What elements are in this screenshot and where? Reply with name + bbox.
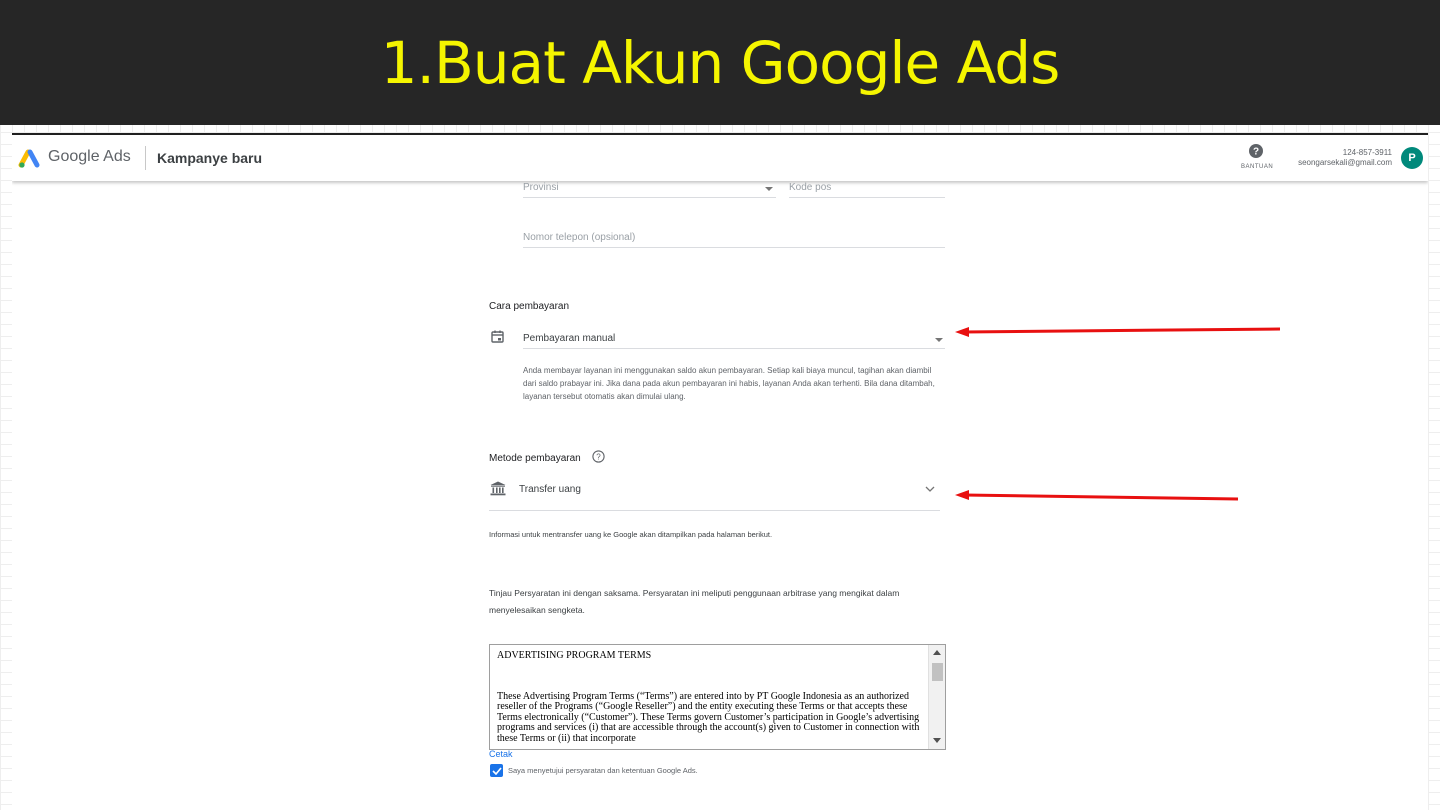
calendar-icon xyxy=(491,330,504,343)
avatar[interactable]: P xyxy=(1401,147,1423,169)
svg-text:?: ? xyxy=(596,452,601,461)
postal-code-field[interactable]: Kode pos xyxy=(789,182,945,198)
payment-method-label: Metode pembayaran xyxy=(489,453,581,464)
annotation-arrow-icon xyxy=(955,327,1281,337)
terms-intro: Tinjau Persyaratan ini dengan saksama. P… xyxy=(489,588,900,615)
google-ads-screenshot: Google Ads Kampanye baru ? BANTUAN 124-8… xyxy=(12,133,1428,810)
annotation-arrow-icon xyxy=(955,490,1239,501)
phone-placeholder: Nomor telepon (opsional) xyxy=(523,232,636,243)
slide-title: 1.Buat Akun Google Ads xyxy=(380,28,1061,97)
terms-scrollbar[interactable] xyxy=(928,645,945,749)
postal-code-placeholder: Kode pos xyxy=(789,182,832,193)
google-ads-logo-icon[interactable] xyxy=(18,147,40,169)
svg-text:?: ? xyxy=(1253,147,1259,158)
payment-method-select[interactable]: Transfer uang xyxy=(489,484,940,511)
appbar-divider xyxy=(145,146,146,170)
page-title: Kampanye baru xyxy=(157,150,263,166)
app-bar: Google Ads Kampanye baru ? BANTUAN 124-8… xyxy=(12,135,1428,181)
check-icon xyxy=(491,766,502,775)
slide-title-bar: 1.Buat Akun Google Ads xyxy=(0,0,1440,125)
help-label[interactable]: BANTUAN xyxy=(1241,164,1273,170)
agree-checkbox[interactable] xyxy=(490,764,503,777)
chevron-down-icon[interactable] xyxy=(935,338,943,342)
scroll-down-icon[interactable] xyxy=(933,738,941,743)
agree-label: Saya menyetujui persyaratan dan ketentua… xyxy=(508,766,698,775)
province-select[interactable]: Provinsi xyxy=(523,182,776,198)
brand-google: Google xyxy=(48,148,100,165)
brand-name[interactable]: Google Ads xyxy=(48,148,131,166)
payment-method-value: Transfer uang xyxy=(519,484,581,495)
payment-type-select[interactable]: Pembayaran manual xyxy=(523,333,945,349)
terms-textarea[interactable]: ADVERTISING PROGRAM TERMS These Advertis… xyxy=(489,644,946,750)
province-placeholder: Provinsi xyxy=(523,182,559,193)
help-circle-icon[interactable]: ? xyxy=(592,450,605,463)
payment-type-value: Pembayaran manual xyxy=(523,333,616,344)
terms-content: ADVERTISING PROGRAM TERMS These Advertis… xyxy=(497,650,925,744)
account-email: seongarsekali@gmail.com xyxy=(1298,158,1392,167)
chevron-down-icon[interactable] xyxy=(925,486,935,493)
account-id: 124-857-3911 xyxy=(1342,148,1392,157)
chevron-down-icon[interactable] xyxy=(765,187,773,191)
help-icon[interactable]: ? xyxy=(1249,144,1263,158)
payment-type-description: Anda membayar layanan ini menggunakan sa… xyxy=(523,366,935,401)
terms-heading: ADVERTISING PROGRAM TERMS xyxy=(497,650,652,661)
scroll-up-icon[interactable] xyxy=(933,650,941,655)
payment-method-info: Informasi untuk mentransfer uang ke Goog… xyxy=(489,530,773,539)
terms-body: These Advertising Program Terms (“Terms”… xyxy=(497,690,920,744)
payment-type-label: Cara pembayaran xyxy=(489,301,570,312)
print-link[interactable]: Cetak xyxy=(489,749,513,759)
phone-field[interactable]: Nomor telepon (opsional) xyxy=(523,232,945,248)
scroll-thumb[interactable] xyxy=(932,663,943,681)
brand-ads: Ads xyxy=(103,148,131,165)
